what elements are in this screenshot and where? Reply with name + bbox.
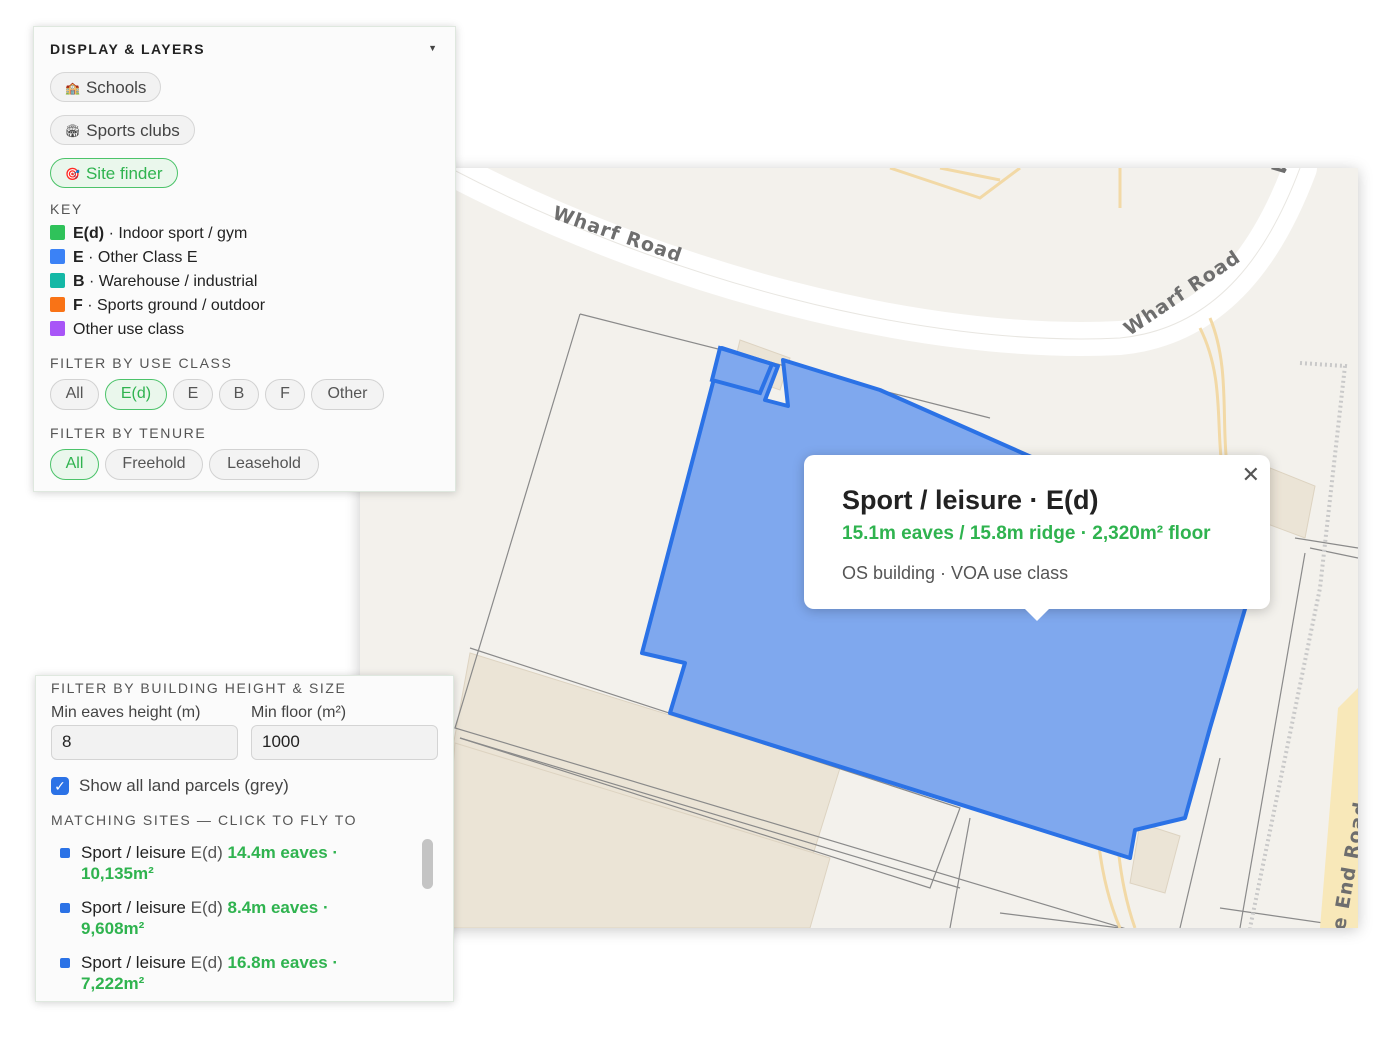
site-class: E(d) bbox=[190, 843, 223, 862]
popup-title: Sport / leisure · E(d) bbox=[842, 485, 1099, 515]
site-name: Sport / leisure bbox=[81, 898, 186, 917]
swatch-green bbox=[50, 225, 65, 240]
site-eaves: 8.4m eaves · bbox=[227, 898, 329, 917]
list-scrollbar[interactable] bbox=[422, 839, 433, 889]
floor-label: Min floor (m²) bbox=[251, 704, 347, 721]
site-list-item[interactable]: Sport / leisure E(d) 8.4m eaves · 9,608m² bbox=[60, 897, 360, 939]
site-floor: 10,135m² bbox=[81, 864, 154, 883]
key-code: E(d) bbox=[73, 225, 105, 242]
target-icon: 🎯 bbox=[65, 167, 80, 181]
key-desc: Other use class bbox=[73, 321, 185, 338]
filter-use-all[interactable]: All bbox=[50, 379, 99, 410]
filter-use-f[interactable]: F bbox=[265, 379, 305, 410]
layer-sports-clubs-button[interactable]: 🏟 Sports clubs bbox=[50, 115, 195, 145]
site-dot bbox=[60, 848, 70, 858]
key-code: F bbox=[73, 297, 83, 314]
site-floor: 9,608m² bbox=[81, 919, 145, 938]
filter-use-other[interactable]: Other bbox=[311, 379, 384, 410]
filter-tenure-leasehold[interactable]: Leasehold bbox=[209, 449, 319, 480]
use-class-heading: FILTER BY USE CLASS bbox=[50, 355, 233, 371]
filter-tenure-freehold[interactable]: Freehold bbox=[105, 449, 203, 480]
popup-source: OS building · VOA use class bbox=[842, 563, 1069, 583]
matching-heading: MATCHING SITES — CLICK TO FLY TO bbox=[51, 812, 358, 828]
parcels-checkbox-label[interactable]: Show all land parcels (grey) bbox=[79, 776, 289, 796]
site-eaves: 14.4m eaves · bbox=[227, 843, 339, 862]
panel-title: DISPLAY & LAYERS bbox=[50, 41, 205, 57]
site-class: E(d) bbox=[190, 898, 223, 917]
site-floor: 7,222m² bbox=[81, 974, 145, 993]
layer-label: Sports clubs bbox=[86, 121, 180, 140]
key-row-f: F · Sports ground / outdoor bbox=[50, 297, 265, 317]
close-icon[interactable]: ✕ bbox=[1242, 463, 1260, 488]
filter-use-e[interactable]: E bbox=[173, 379, 213, 410]
site-list-item[interactable]: Sport / leisure E(d) 16.8m eaves · 7,222m… bbox=[60, 952, 360, 994]
popup-stats: 15.1m eaves / 15.8m ridge · 2,320m² floo… bbox=[842, 523, 1211, 544]
site-eaves: 16.8m eaves · bbox=[227, 953, 339, 972]
site-name: Sport / leisure bbox=[81, 843, 186, 862]
key-desc: · Warehouse / industrial bbox=[89, 273, 258, 290]
key-code: E bbox=[73, 249, 84, 266]
filter-tenure-all[interactable]: All bbox=[50, 449, 99, 480]
site-list-item[interactable]: Sport / leisure E(d) 14.4m eaves · 10,135… bbox=[60, 842, 360, 884]
filter-use-b[interactable]: B bbox=[219, 379, 259, 410]
key-desc: · Other Class E bbox=[88, 249, 198, 266]
size-heading: FILTER BY BUILDING HEIGHT & SIZE bbox=[51, 680, 347, 696]
swatch-orange bbox=[50, 297, 65, 312]
map-view[interactable]: Wharf Road Wharf Road W e End Road ✕ Spo… bbox=[360, 168, 1358, 928]
caret-down-icon[interactable]: ▼ bbox=[428, 43, 437, 53]
key-desc: · Indoor sport / gym bbox=[108, 225, 248, 242]
key-row-e: E · Other Class E bbox=[50, 249, 197, 269]
layer-site-finder-button[interactable]: 🎯 Site finder bbox=[50, 158, 178, 188]
min-floor-input[interactable]: 1000 bbox=[251, 725, 438, 760]
key-row-ed: E(d) · Indoor sport / gym bbox=[50, 225, 247, 245]
eaves-height-input[interactable]: 8 bbox=[51, 725, 238, 760]
layer-label: Schools bbox=[85, 78, 147, 97]
stadium-icon: 🏟 bbox=[65, 124, 81, 138]
site-class: E(d) bbox=[190, 953, 223, 972]
key-heading: KEY bbox=[50, 201, 83, 217]
swatch-teal bbox=[50, 273, 65, 288]
parcels-checkbox[interactable]: ✓ bbox=[51, 777, 69, 795]
site-dot bbox=[60, 958, 70, 968]
key-row-b: B · Warehouse / industrial bbox=[50, 273, 257, 293]
building-size-panel: FILTER BY BUILDING HEIGHT & SIZE Min eav… bbox=[35, 675, 454, 1002]
key-desc: · Sports ground / outdoor bbox=[87, 297, 266, 314]
swatch-blue bbox=[50, 249, 65, 264]
display-layers-panel: DISPLAY & LAYERS ▼ 🏫 Schools 🏟 Sports club… bbox=[33, 26, 456, 492]
key-code: B bbox=[73, 273, 85, 290]
layer-label: Site finder bbox=[85, 164, 163, 183]
swatch-purple bbox=[50, 321, 65, 336]
site-dot bbox=[60, 903, 70, 913]
school-icon: 🏫 bbox=[65, 81, 80, 95]
key-row-other: Other use class bbox=[50, 321, 184, 341]
building-popup: ✕ Sport / leisure · E(d) 15.1m eaves / 1… bbox=[804, 455, 1270, 621]
filter-use-ed[interactable]: E(d) bbox=[105, 379, 167, 410]
site-name: Sport / leisure bbox=[81, 953, 186, 972]
eaves-label: Min eaves height (m) bbox=[51, 704, 201, 721]
tenure-heading: FILTER BY TENURE bbox=[50, 425, 207, 441]
layer-schools-button[interactable]: 🏫 Schools bbox=[50, 72, 162, 102]
